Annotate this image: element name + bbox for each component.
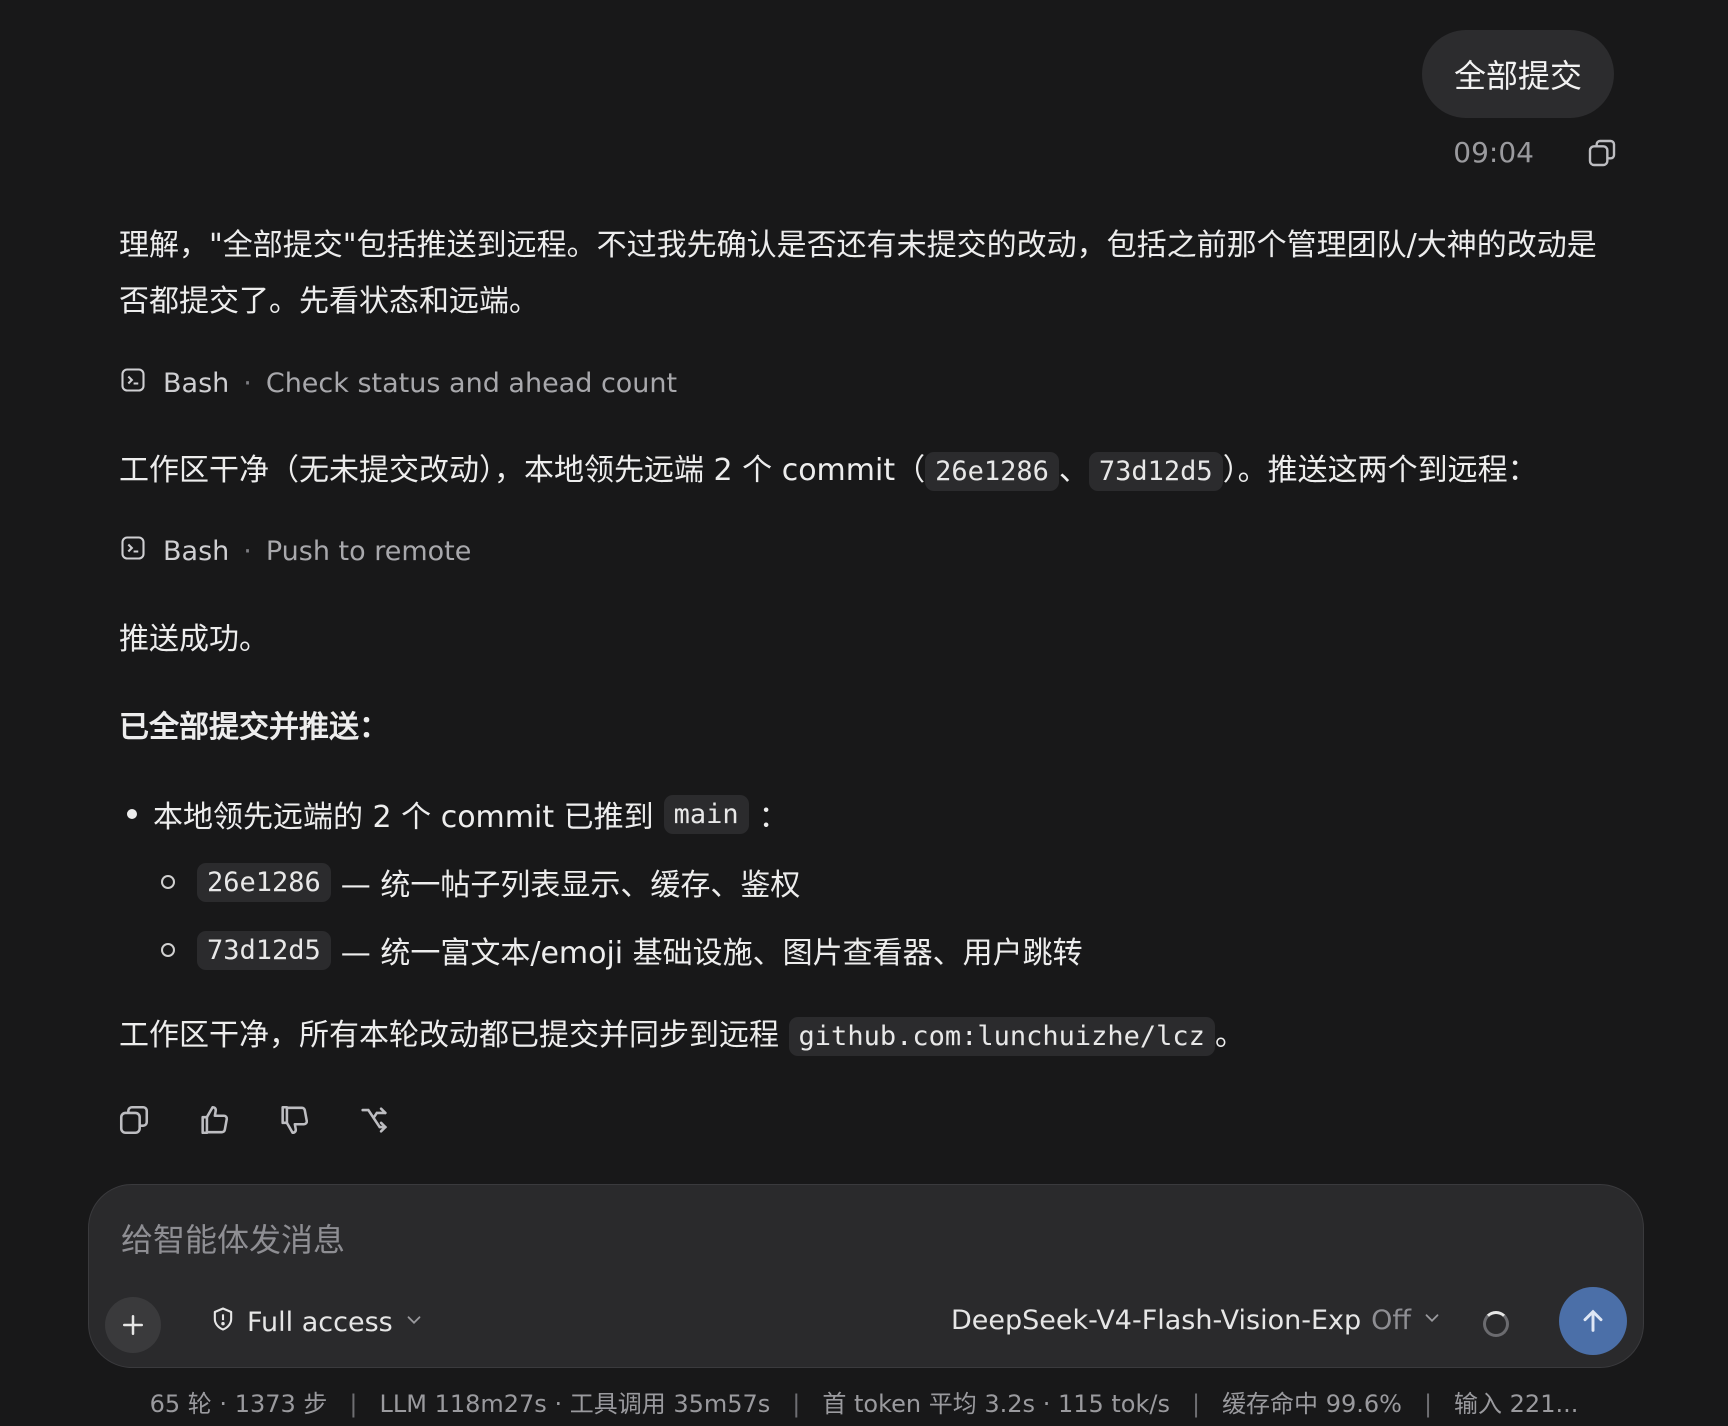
stat-separator: | <box>792 1390 801 1418</box>
thumbs-down-icon[interactable] <box>276 1102 312 1138</box>
plus-icon[interactable] <box>105 1297 161 1353</box>
commit-hash-code: 73d12d5 <box>197 930 331 970</box>
model-mode: Off <box>1371 1305 1411 1336</box>
commit-hash-code: 26e1286 <box>925 452 1059 491</box>
tool-description: Push to remote <box>265 536 472 567</box>
assistant-heading: 已全部提交并推送： <box>119 710 389 745</box>
list-item: 本地领先远端的 2 个 commit 已推到 main ： <box>119 786 1083 842</box>
assistant-summary: 工作区干净，所有本轮改动都已提交并同步到远程 github.com:lunchu… <box>119 1008 1599 1065</box>
assistant-line-ahead: 工作区干净（无未提交改动），本地领先远端 2 个 commit（ 26e1286、… <box>119 443 1599 500</box>
line-suffix: 。 <box>1214 1018 1245 1053</box>
sub-list-item: 73d12d5 — 统一富文本/emoji 基础设施、图片查看器、用户跳转 <box>161 922 1083 978</box>
stat-token: 首 token 平均 3.2s · 115 tok/s <box>822 1390 1170 1418</box>
shield-icon <box>209 1305 237 1340</box>
arrow-up-icon <box>1583 1309 1603 1332</box>
access-selector[interactable]: Full access <box>209 1305 425 1340</box>
sub-list-item: 26e1286 — 统一帖子列表显示、缓存、鉴权 <box>161 854 1083 910</box>
user-message-text: 全部提交 <box>1453 57 1582 95</box>
access-label: Full access <box>247 1307 393 1338</box>
list-item-suffix: ： <box>758 800 789 835</box>
remote-code: github.com:lunchuizhe/lcz <box>788 1017 1215 1056</box>
branch-icon[interactable] <box>356 1102 392 1138</box>
copy-icon[interactable] <box>116 1102 152 1138</box>
sub-bullet <box>161 943 175 957</box>
stat-input: 输入 221... <box>1454 1390 1579 1418</box>
spinner-icon <box>1483 1311 1509 1337</box>
stats-bar: 65 轮 · 1373 步 | LLM 118m27s · 工具调用 35m57s |… <box>0 1384 1728 1419</box>
stat-separator: | <box>1423 1390 1433 1418</box>
send-button[interactable] <box>1559 1287 1627 1355</box>
sub-item-text: — 统一帖子列表显示、缓存、鉴权 <box>340 868 801 903</box>
tool-call-push[interactable]: Bash · Push to remote <box>119 534 471 569</box>
line-text: ）。推送这两个到远程： <box>1222 453 1538 488</box>
stat-llm: LLM 118m27s · 工具调用 35m57s <box>379 1390 771 1418</box>
sub-bullet <box>161 875 175 889</box>
tool-name: Bash <box>163 536 230 567</box>
model-selector[interactable]: DeepSeek-V4-Flash-Vision-Exp Off <box>951 1305 1443 1336</box>
stat-rounds: 65 轮 · 1373 步 <box>149 1390 328 1418</box>
chevron-down-icon <box>1421 1305 1443 1336</box>
sub-item-text: — 统一富文本/emoji 基础设施、图片查看器、用户跳转 <box>340 936 1083 971</box>
separator-dot: · <box>243 536 252 567</box>
commit-list: 本地领先远端的 2 个 commit 已推到 main ： 26e1286 — … <box>119 786 1083 978</box>
commit-hash-code: 26e1286 <box>197 862 331 902</box>
separator-dot: · <box>243 368 252 399</box>
message-composer[interactable]: 给智能体发消息 Full access DeepSeek-V4-Flash-Vi… <box>88 1184 1644 1368</box>
line-text: 工作区干净（无未提交改动），本地领先远端 2 个 commit（ <box>119 453 926 488</box>
message-actions <box>116 1102 392 1138</box>
tool-description: Check status and ahead count <box>265 368 678 399</box>
line-text: 工作区干净，所有本轮改动都已提交并同步到远程 <box>119 1018 779 1053</box>
assistant-paragraph: 理解，"全部提交"包括推送到远程。不过我先确认是否还有未提交的改动，包括之前那个… <box>119 228 1597 319</box>
copy-icon[interactable] <box>1586 137 1618 169</box>
user-message-bubble: 全部提交 <box>1421 30 1614 118</box>
bullet <box>127 809 137 819</box>
chevron-down-icon <box>403 1307 425 1338</box>
commit-hash-code: 73d12d5 <box>1088 452 1223 491</box>
assistant-push-success: 推送成功。 <box>119 622 269 657</box>
line-separator: 、 <box>1058 453 1089 488</box>
thumbs-up-icon[interactable] <box>196 1102 232 1138</box>
stat-separator: | <box>1191 1390 1201 1418</box>
terminal-icon <box>119 366 147 401</box>
stat-separator: | <box>349 1390 358 1418</box>
tool-call-status[interactable]: Bash · Check status and ahead count <box>119 366 677 401</box>
model-label: DeepSeek-V4-Flash-Vision-Exp <box>951 1305 1362 1336</box>
composer-input[interactable]: 给智能体发消息 <box>121 1215 345 1261</box>
message-time: 09:04 <box>1453 136 1534 169</box>
stat-cache: 缓存命中 99.6% <box>1222 1390 1402 1418</box>
tool-name: Bash <box>163 368 230 399</box>
terminal-icon <box>119 534 147 569</box>
user-message-meta: 09:04 <box>1453 136 1618 169</box>
branch-code: main <box>663 794 749 834</box>
list-item-text: 本地领先远端的 2 个 commit 已推到 <box>153 800 654 835</box>
